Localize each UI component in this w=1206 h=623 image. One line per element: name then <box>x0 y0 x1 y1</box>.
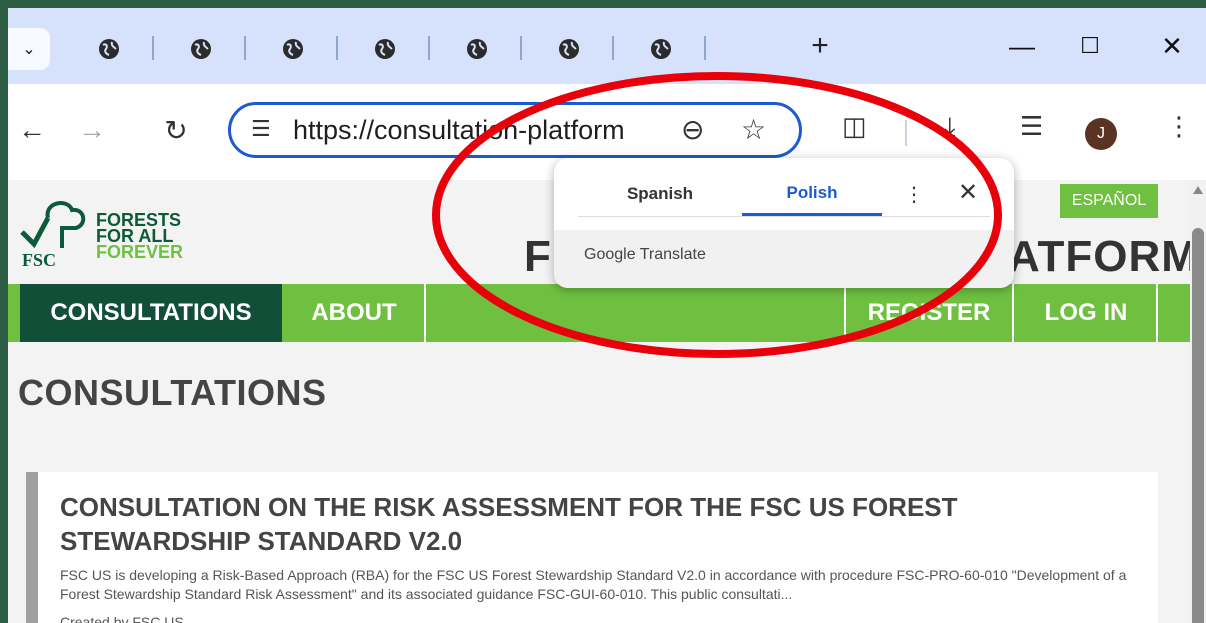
nav-register[interactable]: REGISTER <box>844 284 1014 342</box>
address-bar[interactable]: ☰ https://consultation-platform ⊖ ☆ <box>228 102 802 158</box>
tab-separator <box>336 36 338 60</box>
window-close-button[interactable]: ✕ <box>1142 26 1202 66</box>
nav-consultations[interactable]: CONSULTATIONS <box>20 284 282 342</box>
forward-arrow-icon: → <box>78 114 106 145</box>
reload-button[interactable]: ↻ <box>156 110 196 150</box>
tab-separator <box>244 36 246 60</box>
site-title-right: ATFORM <box>1008 232 1199 281</box>
browser-tab[interactable] <box>366 30 404 68</box>
translate-more-icon[interactable]: ⋮ <box>904 182 924 206</box>
globe-icon <box>651 39 671 59</box>
nav-left-strip <box>8 284 20 342</box>
site-title-left: F <box>524 232 552 281</box>
logo-text: FORESTS FOR ALL FOREVER <box>96 211 184 262</box>
browser-tab[interactable] <box>550 30 588 68</box>
translate-popup: Spanish Polish ⋮ ✕ Google Translate <box>554 158 1014 288</box>
browser-window: ⌄ + — ☐ ✕ ← → ↻ ☰ https://consultation-p… <box>8 8 1206 623</box>
translate-tab-polish[interactable]: Polish <box>742 172 882 216</box>
main-nav: CONSULTATIONS ABOUT REGISTER LOG IN <box>8 284 1190 342</box>
translate-divider <box>578 216 990 217</box>
translate-footer: Google Translate <box>554 230 1014 288</box>
logo-line3: FOREVER <box>96 242 184 262</box>
browser-tab[interactable] <box>458 30 496 68</box>
consultation-description: FSC US is developing a Risk-Based Approa… <box>60 567 1127 602</box>
page-heading: CONSULTATIONS <box>18 372 327 413</box>
tab-separator <box>428 36 430 60</box>
site-settings-icon[interactable]: ☰ <box>251 117 271 142</box>
new-tab-button[interactable]: + <box>800 26 840 66</box>
nav-login[interactable]: LOG IN <box>1016 284 1158 342</box>
consultation-card[interactable]: CONSULTATION ON THE RISK ASSESSMENT FOR … <box>26 472 1158 623</box>
minimize-button[interactable]: — <box>992 26 1052 66</box>
globe-icon <box>283 39 303 59</box>
toolbar-divider <box>905 120 907 146</box>
tab-search-button[interactable]: ⌄ <box>8 28 50 70</box>
scroll-up-arrow-icon[interactable] <box>1193 186 1203 194</box>
browser-tab[interactable] <box>642 30 680 68</box>
maximize-button[interactable]: ☐ <box>1060 26 1120 66</box>
forward-button[interactable]: → <box>72 110 112 150</box>
browser-tab[interactable] <box>90 30 128 68</box>
tab-strip: ⌄ + — ☐ ✕ <box>8 8 1206 84</box>
translate-tab-spanish[interactable]: Spanish <box>590 172 730 216</box>
google-translate-label: Google Translate <box>584 246 706 264</box>
translate-close-icon[interactable]: ✕ <box>958 178 978 206</box>
zoom-icon[interactable]: ⊖ <box>681 113 704 146</box>
back-arrow-icon: ← <box>18 114 46 145</box>
chevron-down-icon: ⌄ <box>22 41 36 58</box>
browser-tab[interactable] <box>182 30 220 68</box>
fsc-logo[interactable]: FORESTS FOR ALL FOREVER FSC <box>18 198 218 278</box>
tab-separator <box>520 36 522 60</box>
reload-icon: ↻ <box>164 114 188 146</box>
back-button[interactable]: ← <box>12 110 52 150</box>
language-switch-button[interactable]: ESPAÑOL <box>1060 184 1158 218</box>
globe-icon <box>375 39 395 59</box>
download-icon[interactable]: ⤓ <box>944 112 956 143</box>
browser-tab[interactable] <box>274 30 312 68</box>
reading-list-icon[interactable]: ☰ <box>1020 112 1043 142</box>
extensions-icon[interactable]: ◫ <box>842 112 867 142</box>
tree-checkmark-icon <box>20 201 86 249</box>
globe-icon <box>559 39 579 59</box>
menu-kebab-icon[interactable]: ⋮ <box>1166 112 1192 142</box>
globe-icon <box>99 39 119 59</box>
page-scrollbar[interactable] <box>1190 180 1206 623</box>
nav-about[interactable]: ABOUT <box>284 284 426 342</box>
consultation-title[interactable]: CONSULTATION ON THE RISK ASSESSMENT FOR … <box>60 490 1060 558</box>
globe-icon <box>191 39 211 59</box>
google-translate-brand: Google Translate <box>584 246 706 263</box>
globe-icon <box>467 39 487 59</box>
logo-fsc: FSC <box>22 250 57 270</box>
consultation-created-by: Created by FSC US <box>60 614 184 623</box>
tab-separator <box>704 36 706 60</box>
tab-separator <box>612 36 614 60</box>
scrollbar-thumb[interactable] <box>1192 228 1204 623</box>
tab-separator <box>152 36 154 60</box>
url-text[interactable]: https://consultation-platform <box>293 115 663 146</box>
profile-avatar[interactable]: J <box>1085 118 1117 150</box>
bookmark-star-icon[interactable]: ☆ <box>741 113 766 146</box>
